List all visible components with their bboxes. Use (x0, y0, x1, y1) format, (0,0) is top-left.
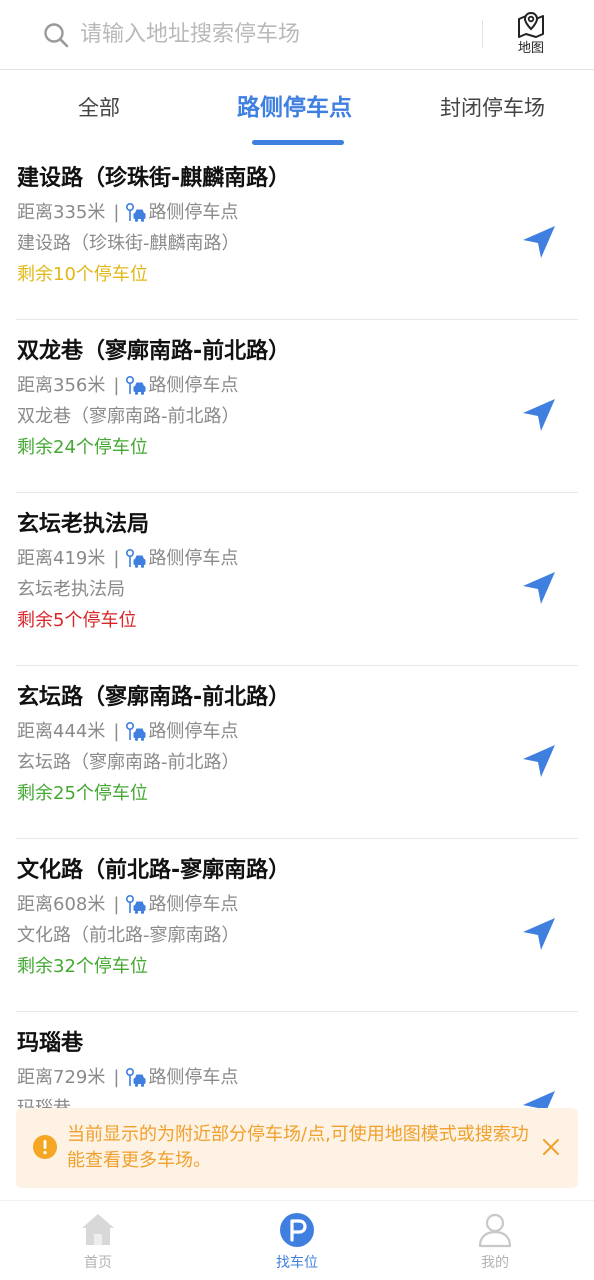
bottom-nav: 首页 找车位 我的 (0, 1200, 594, 1280)
parking-meta: 距离608米 | 路侧停车点 (17, 892, 238, 918)
meta-separator: | (113, 375, 120, 396)
parking-title: 玛瑙巷 (17, 1031, 84, 1056)
parking-type: 路侧停车点 (148, 894, 239, 915)
map-icon (518, 11, 544, 38)
tab-bar: 全部 路侧停车点 封闭停车场 (0, 71, 594, 147)
roadside-parking-icon (125, 548, 147, 570)
navigate-arrow-icon[interactable] (520, 223, 558, 261)
warning-icon (33, 1135, 57, 1159)
close-icon[interactable] (540, 1136, 562, 1158)
parking-address: 玄坛老执法局 (17, 579, 125, 600)
meta-separator: | (113, 1067, 120, 1088)
nav-mine-label: 我的 (481, 1255, 509, 1271)
search-header: 请输入地址搜索停车场 地图 (0, 0, 594, 70)
meta-separator: | (113, 721, 120, 742)
notice-banner: 当前显示的为附近部分停车场/点,可使用地图模式或搜索功能查看更多车场。 (16, 1108, 578, 1188)
parking-type: 路侧停车点 (148, 1067, 239, 1088)
parking-remaining: 剩余10个停车位 (17, 264, 148, 285)
roadside-parking-icon (125, 894, 147, 916)
parking-list-item[interactable]: 玄坛路（寥廓南路-前北路） 距离444米 | 路侧停车点 玄坛路（寥廓南路-前北路） 剩余… (0, 666, 594, 839)
parking-title: 玄坛老执法局 (17, 512, 150, 537)
navigate-arrow-icon[interactable] (520, 396, 558, 434)
nav-home[interactable]: 首页 (58, 1211, 138, 1273)
parking-meta: 距离419米 | 路侧停车点 (17, 546, 238, 572)
user-icon (478, 1213, 512, 1248)
parking-distance: 距离729米 (17, 1067, 106, 1088)
parking-distance: 距离356米 (17, 375, 106, 396)
parking-title: 双龙巷（寥廓南路-前北路） (17, 339, 291, 364)
parking-distance: 距离335米 (17, 202, 106, 223)
search-input[interactable]: 请输入地址搜索停车场 (80, 20, 300, 50)
nav-mine[interactable]: 我的 (455, 1211, 535, 1273)
parking-type: 路侧停车点 (148, 375, 239, 396)
parking-remaining: 剩余5个停车位 (17, 610, 137, 631)
home-icon (82, 1214, 114, 1245)
parking-type: 路侧停车点 (148, 721, 239, 742)
parking-title: 建设路（珍珠街-麒麟南路） (17, 166, 291, 191)
map-label: 地图 (517, 41, 544, 56)
parking-list-item[interactable]: 文化路（前北路-寥廓南路） 距离608米 | 路侧停车点 文化路（前北路-寥廓南路） 剩余… (0, 839, 594, 1012)
parking-address: 玄坛路（寥廓南路-前北路） (17, 752, 240, 773)
active-tab-indicator (252, 140, 344, 145)
roadside-parking-icon (125, 721, 147, 743)
nav-home-label: 首页 (84, 1255, 112, 1271)
parking-address: 双龙巷（寥廓南路-前北路） (17, 406, 240, 427)
parking-list-item[interactable]: 双龙巷（寥廓南路-前北路） 距离356米 | 路侧停车点 双龙巷（寥廓南路-前北路） 剩余… (0, 320, 594, 493)
nav-find-parking-label: 找车位 (276, 1255, 318, 1271)
parking-remaining: 剩余24个停车位 (17, 437, 148, 458)
navigate-arrow-icon[interactable] (520, 915, 558, 953)
parking-title: 玄坛路（寥廓南路-前北路） (17, 685, 291, 710)
parking-icon (280, 1213, 314, 1247)
navigate-arrow-icon[interactable] (520, 569, 558, 607)
parking-address: 文化路（前北路-寥廓南路） (17, 925, 240, 946)
parking-meta: 距离444米 | 路侧停车点 (17, 719, 238, 745)
parking-type: 路侧停车点 (148, 548, 239, 569)
parking-title: 文化路（前北路-寥廓南路） (17, 858, 291, 883)
parking-list-item[interactable]: 玄坛老执法局 距离419米 | 路侧停车点 玄坛老执法局 剩余5个停车位 (0, 493, 594, 666)
nav-find-parking[interactable]: 找车位 (257, 1211, 337, 1273)
parking-meta: 距离356米 | 路侧停车点 (17, 373, 238, 399)
parking-address: 建设路（珍珠街-麒麟南路） (17, 233, 240, 254)
parking-list: 建设路（珍珠街-麒麟南路） 距离335米 | 路侧停车点 建设路（珍珠街-麒麟南路） 剩余… (0, 147, 594, 1185)
parking-list-item[interactable]: 建设路（珍珠街-麒麟南路） 距离335米 | 路侧停车点 建设路（珍珠街-麒麟南路） 剩余… (0, 147, 594, 320)
tab-roadside-parking[interactable]: 路侧停车点 (237, 93, 352, 123)
parking-distance: 距离419米 (17, 548, 106, 569)
parking-type: 路侧停车点 (148, 202, 239, 223)
navigate-arrow-icon[interactable] (520, 742, 558, 780)
parking-meta: 距离335米 | 路侧停车点 (17, 200, 238, 226)
notice-text: 当前显示的为附近部分停车场/点,可使用地图模式或搜索功能查看更多车场。 (67, 1124, 529, 1171)
header-divider (482, 20, 483, 48)
parking-meta: 距离729米 | 路侧停车点 (17, 1065, 238, 1091)
roadside-parking-icon (125, 202, 147, 224)
tab-closed-parking[interactable]: 封闭停车场 (440, 93, 545, 123)
meta-separator: | (113, 202, 120, 223)
parking-remaining: 剩余32个停车位 (17, 956, 148, 977)
meta-separator: | (113, 548, 120, 569)
roadside-parking-icon (125, 1067, 147, 1089)
search-icon (44, 23, 69, 48)
tab-all[interactable]: 全部 (78, 93, 120, 123)
meta-separator: | (113, 894, 120, 915)
parking-distance: 距离608米 (17, 894, 106, 915)
roadside-parking-icon (125, 375, 147, 397)
parking-remaining: 剩余25个停车位 (17, 783, 148, 804)
parking-distance: 距离444米 (17, 721, 106, 742)
map-mode-button[interactable]: 地图 (505, 10, 557, 62)
